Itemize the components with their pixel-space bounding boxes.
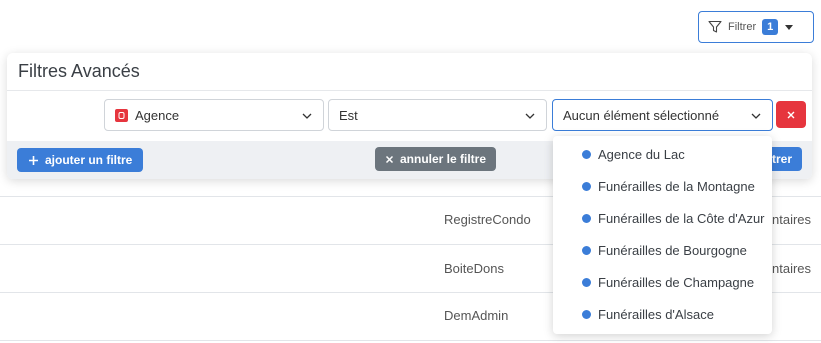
dropdown-option[interactable]: Funérailles de Champagne xyxy=(553,266,772,298)
table-cell-name: RegistreCondo xyxy=(444,212,531,227)
chevron-down-icon xyxy=(525,113,535,119)
chevron-down-icon xyxy=(751,113,761,119)
table-cell-name: DemAdmin xyxy=(444,308,509,323)
bullet-icon xyxy=(582,278,591,287)
apply-filter-label: trer xyxy=(771,152,792,166)
table-cell-extra: ntaires xyxy=(772,261,812,276)
bullet-icon xyxy=(582,182,591,191)
table-row-divider xyxy=(0,340,821,341)
operator-select-value: Est xyxy=(339,107,358,123)
dropdown-option[interactable]: Agence du Lac xyxy=(553,138,772,170)
field-select-value: Agence xyxy=(135,107,180,123)
bullet-icon xyxy=(582,150,591,159)
value-dropdown-menu: Agence du Lac Funérailles de la Montagne… xyxy=(553,136,772,334)
table-cell-name: BoiteDons xyxy=(444,261,504,276)
cancel-filter-label: annuler le filtre xyxy=(400,152,487,166)
filter-button[interactable]: Filtrer 1 xyxy=(698,11,814,43)
bullet-icon xyxy=(582,310,591,319)
bullet-icon xyxy=(582,214,591,223)
close-icon xyxy=(787,111,795,118)
dropdown-option[interactable]: Funérailles d'Alsace xyxy=(553,298,772,330)
panel-divider xyxy=(7,90,812,91)
value-select-value: Aucun élément sélectionné xyxy=(563,107,720,123)
cancel-filter-button[interactable]: annuler le filtre xyxy=(375,147,497,171)
filter-button-label: Filtrer xyxy=(728,21,757,33)
close-icon xyxy=(385,155,394,163)
filter-count-badge: 1 xyxy=(762,19,779,35)
chevron-down-icon xyxy=(302,113,312,119)
operator-select[interactable]: Est xyxy=(328,99,547,131)
add-filter-button[interactable]: ajouter un filtre xyxy=(17,148,144,172)
add-filter-label: ajouter un filtre xyxy=(45,153,133,167)
plus-icon xyxy=(29,155,38,165)
bullet-icon xyxy=(582,246,591,255)
field-select[interactable]: Agence xyxy=(104,99,324,131)
remove-filter-button[interactable] xyxy=(776,101,806,128)
funnel-icon xyxy=(708,20,722,33)
dropdown-option[interactable]: Funérailles de Bourgogne xyxy=(553,234,772,266)
table-cell-extra: ntaires xyxy=(772,212,812,227)
caret-down-icon xyxy=(785,25,794,30)
agency-icon xyxy=(115,108,128,122)
dropdown-option[interactable]: Funérailles de la Montagne xyxy=(553,170,772,202)
dropdown-option[interactable]: Funérailles de la Côte d'Azur xyxy=(553,202,772,234)
panel-title: Filtres Avancés xyxy=(18,61,140,81)
value-select[interactable]: Aucun élément sélectionné xyxy=(552,99,773,131)
